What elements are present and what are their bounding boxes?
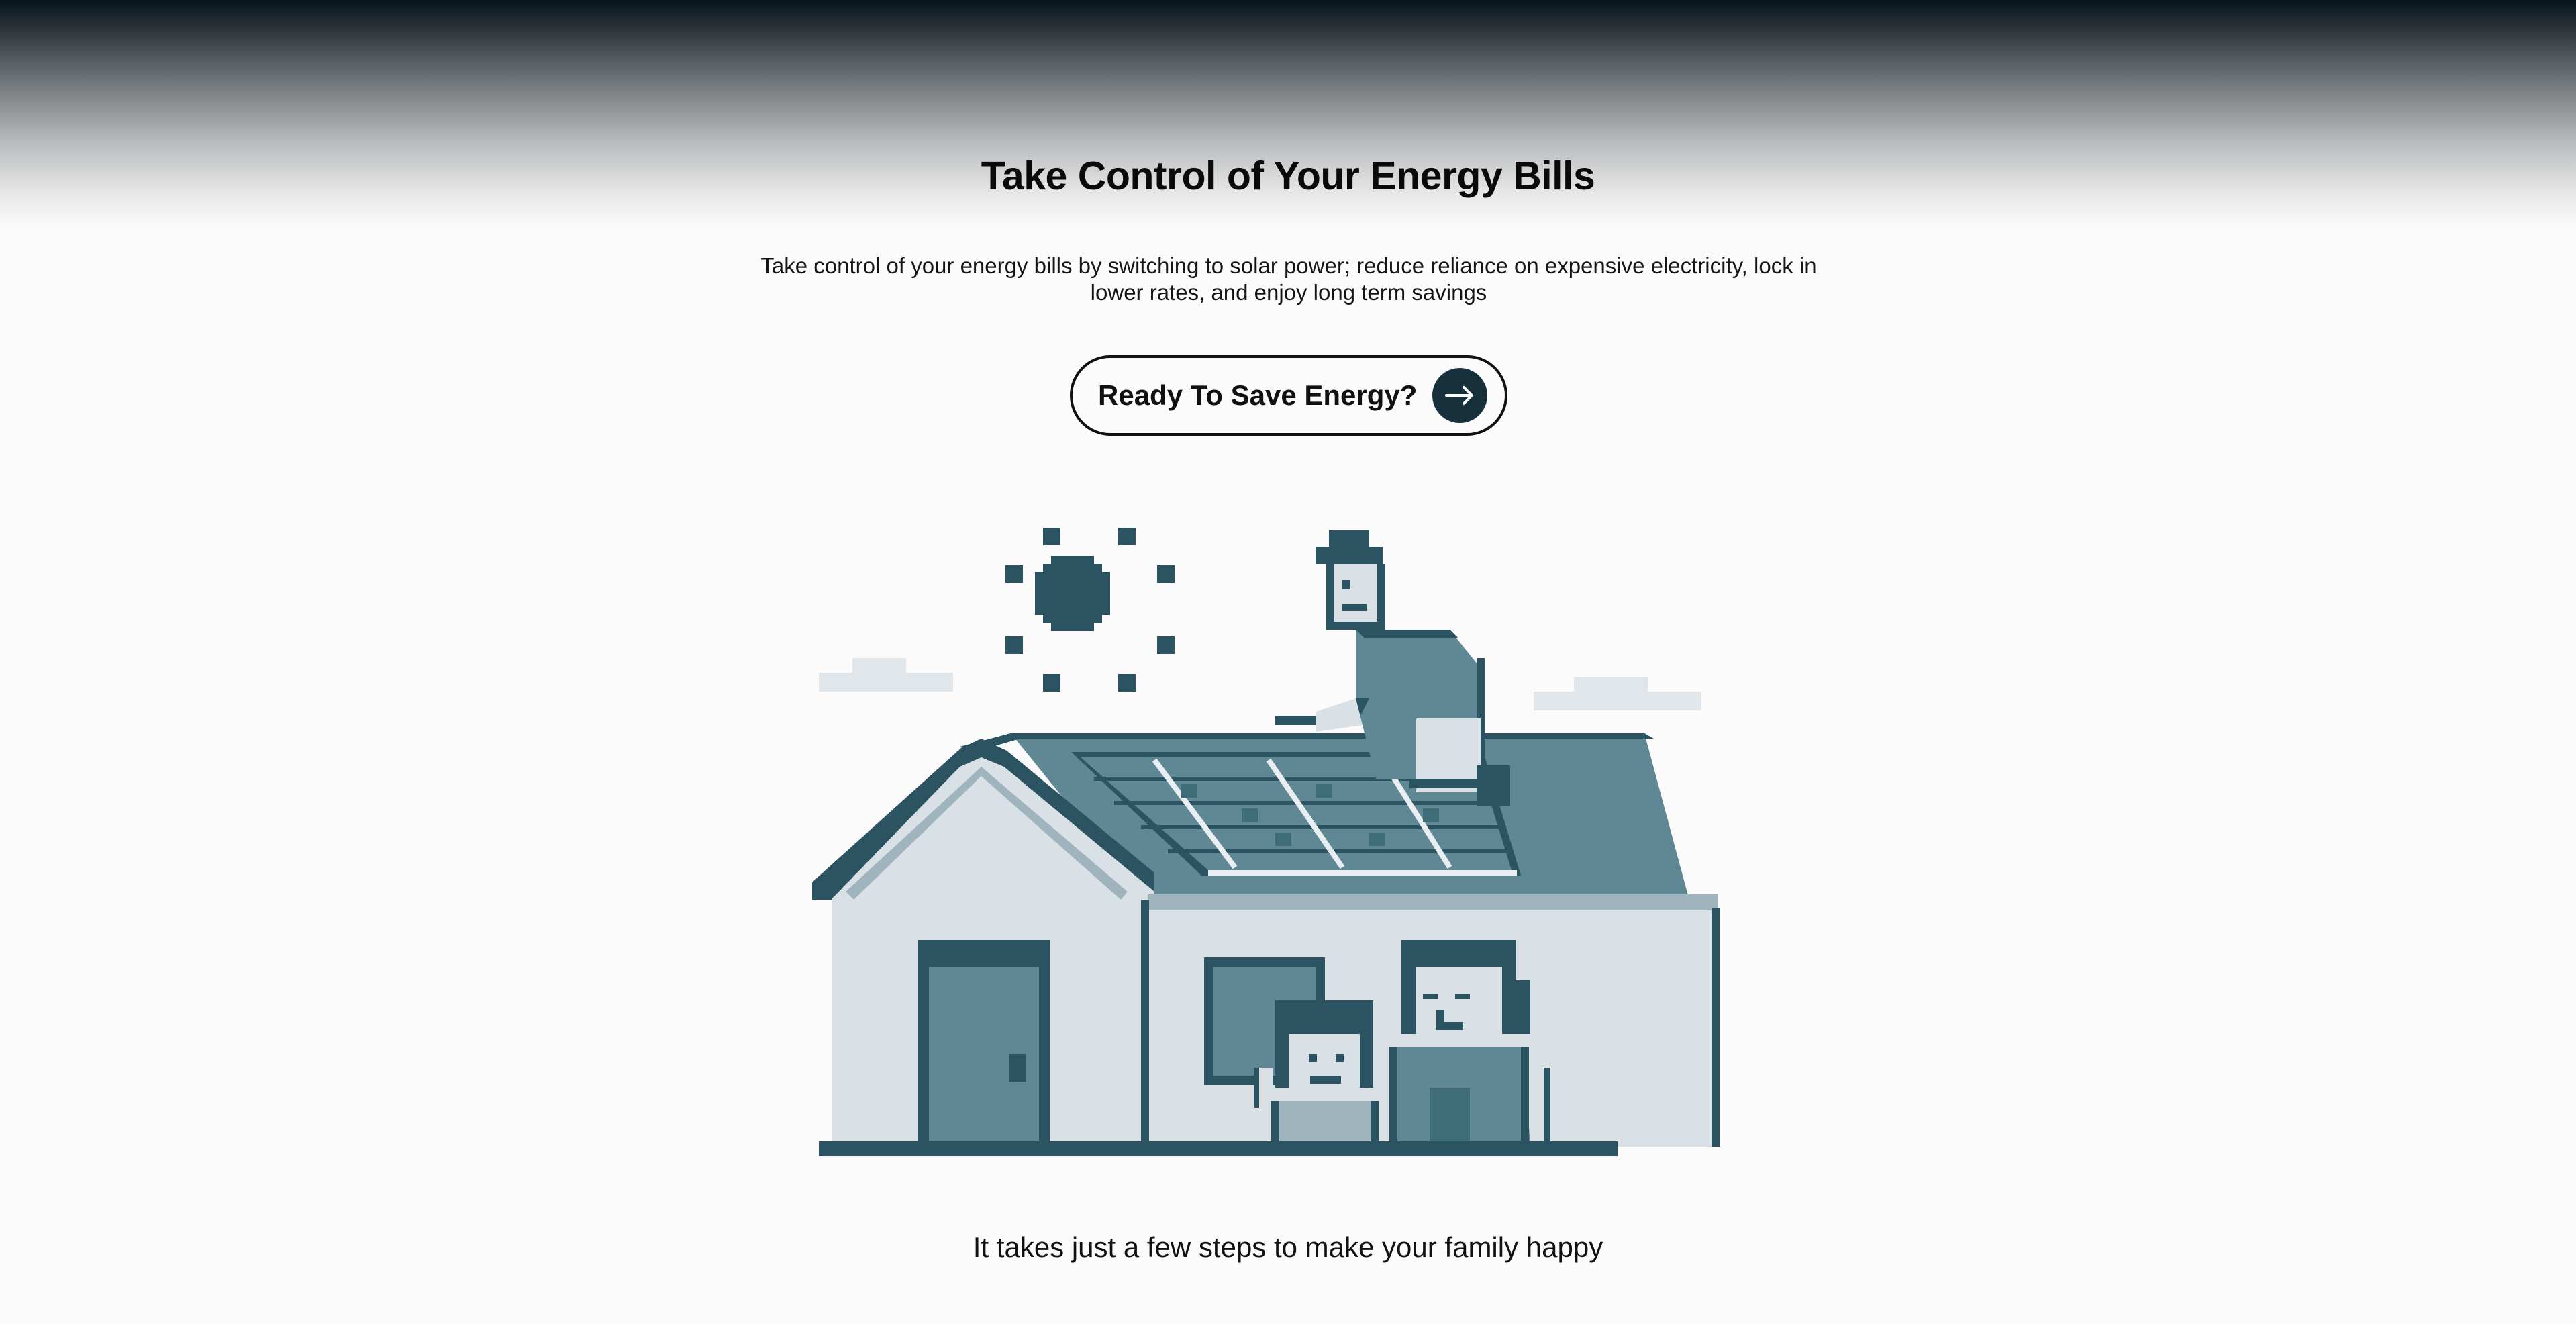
- cta-label: Ready To Save Energy?: [1098, 379, 1418, 411]
- door: [918, 940, 1050, 1144]
- cloud-left: [819, 658, 953, 692]
- house-solar-illustration: [812, 528, 1720, 1156]
- ready-to-save-button[interactable]: Ready To Save Energy?: [1070, 355, 1507, 436]
- hero-section: Take Control of Your Energy Bills Take c…: [0, 0, 2576, 1324]
- tagline: It takes just a few steps to make your f…: [973, 1231, 1603, 1263]
- sun-icon: [1005, 528, 1175, 692]
- arrow-right-icon: [1432, 368, 1487, 423]
- ground-line: [819, 1141, 1618, 1156]
- cloud-right: [1534, 677, 1701, 710]
- page-title: Take Control of Your Energy Bills: [981, 154, 1595, 198]
- hero-subtitle: Take control of your energy bills by swi…: [760, 253, 1817, 305]
